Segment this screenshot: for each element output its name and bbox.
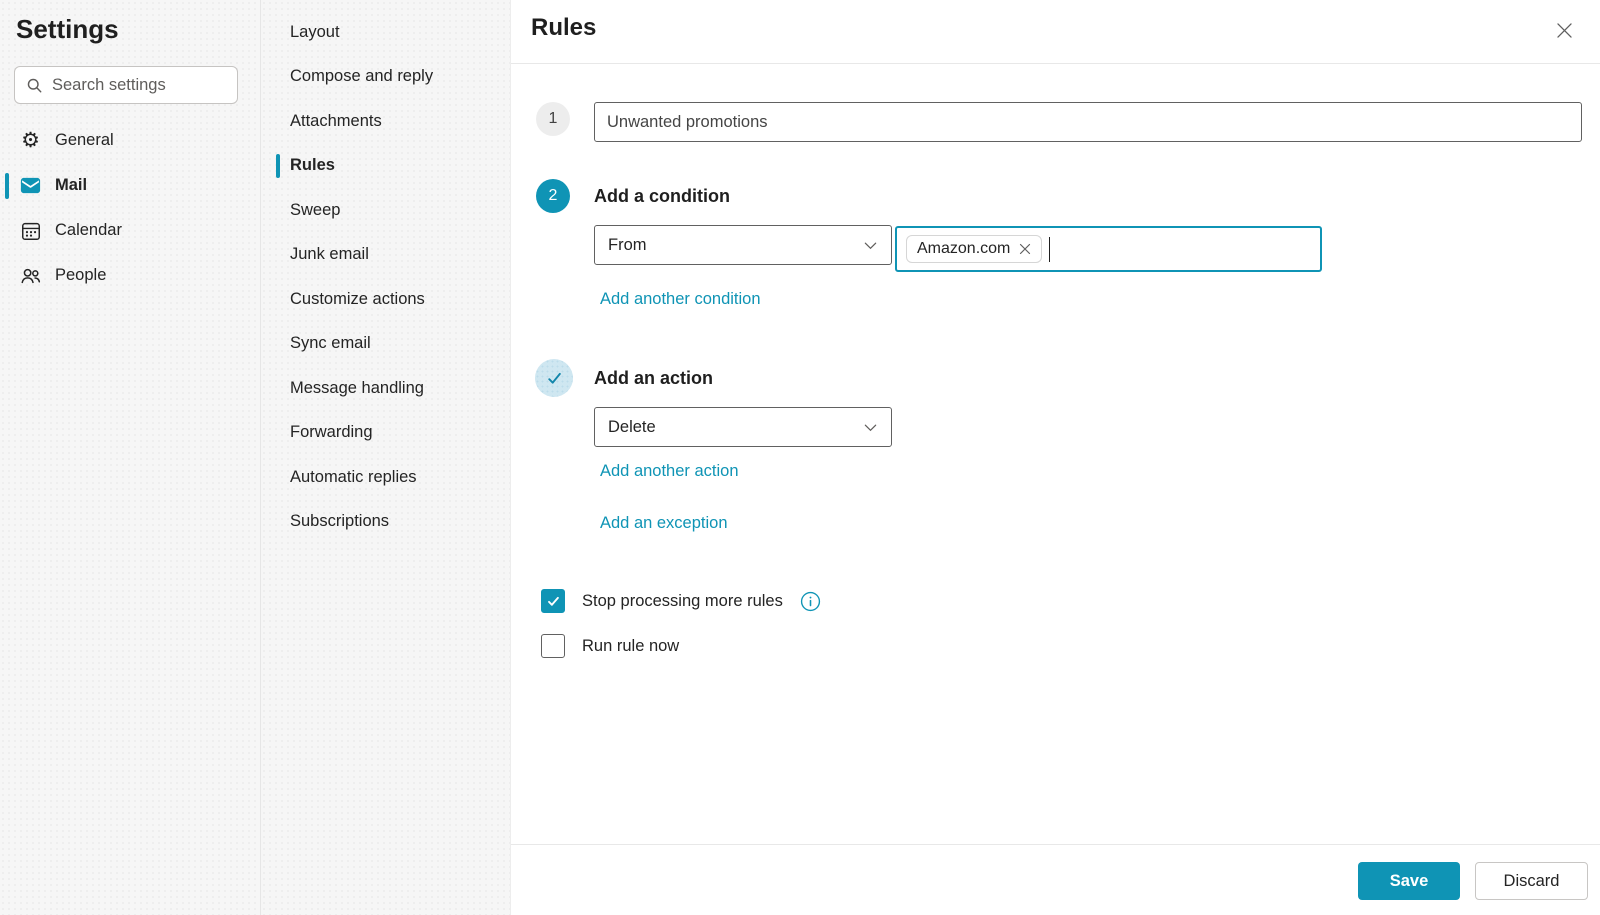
recipient-chip: Amazon.com — [906, 235, 1042, 263]
nav-item-label: Compose and reply — [290, 67, 433, 86]
stop-processing-checkbox[interactable] — [541, 589, 565, 613]
chevron-down-icon — [863, 238, 878, 253]
nav-item-junk-email[interactable]: Junk email — [261, 233, 510, 278]
nav-item-automatic-replies[interactable]: Automatic replies — [261, 455, 510, 500]
sidebar-sections: ⚙ General Mail Calendar People — [0, 118, 260, 298]
step-2-badge: 2 — [536, 179, 570, 213]
sidebar-item-general[interactable]: ⚙ General — [0, 118, 260, 163]
stop-processing-label[interactable]: Stop processing more rules — [582, 592, 783, 611]
sidebar-item-label: Calendar — [55, 221, 122, 240]
step-1-badge: 1 — [536, 102, 570, 136]
save-button[interactable]: Save — [1358, 862, 1460, 900]
close-icon[interactable] — [1552, 18, 1576, 42]
people-icon — [19, 264, 42, 287]
add-condition-heading: Add a condition — [594, 186, 730, 207]
run-rule-now-checkbox[interactable] — [541, 634, 565, 658]
mail-icon — [19, 174, 42, 197]
nav-item-message-handling[interactable]: Message handling — [261, 366, 510, 411]
add-action-heading: Add an action — [594, 368, 713, 389]
remove-chip-icon[interactable] — [1019, 243, 1031, 255]
nav-item-forwarding[interactable]: Forwarding — [261, 411, 510, 456]
add-an-exception-link[interactable]: Add an exception — [600, 514, 728, 533]
sidebar-item-calendar[interactable]: Calendar — [0, 208, 260, 253]
nav-item-label: Junk email — [290, 245, 369, 264]
action-dropdown-value: Delete — [608, 418, 656, 437]
search-icon — [26, 77, 43, 94]
sidebar-item-label: People — [55, 266, 106, 285]
selected-accent-bar — [276, 154, 280, 178]
step-3-check-badge — [535, 359, 573, 397]
footer-divider — [511, 844, 1600, 845]
nav-item-label: Sweep — [290, 201, 340, 220]
sidebar-item-label: Mail — [55, 176, 87, 195]
nav-item-label: Attachments — [290, 112, 382, 131]
text-cursor — [1049, 237, 1050, 262]
add-another-condition-link[interactable]: Add another condition — [600, 290, 761, 309]
condition-value-input[interactable]: Amazon.com — [895, 226, 1322, 272]
condition-dropdown-value: From — [608, 236, 647, 255]
calendar-icon — [19, 220, 42, 242]
nav-item-customize-actions[interactable]: Customize actions — [261, 277, 510, 322]
gear-icon: ⚙ — [19, 130, 42, 152]
sidebar-item-label: General — [55, 131, 114, 150]
sidebar-item-people[interactable]: People — [0, 253, 260, 298]
nav-item-label: Layout — [290, 23, 340, 42]
settings-sidebar: Settings ⚙ General Mail Calendar — [0, 0, 261, 915]
nav-item-label: Message handling — [290, 379, 424, 398]
condition-dropdown[interactable]: From — [594, 225, 892, 265]
chevron-down-icon — [863, 420, 878, 435]
nav-item-label: Subscriptions — [290, 512, 389, 531]
settings-title: Settings — [16, 14, 260, 45]
sidebar-item-mail[interactable]: Mail — [0, 163, 260, 208]
check-icon — [545, 369, 564, 388]
nav-item-label: Automatic replies — [290, 468, 417, 487]
rules-editor-panel: Rules 1 2 Add a condition From Amazon.co… — [511, 0, 1600, 915]
nav-item-subscriptions[interactable]: Subscriptions — [261, 500, 510, 545]
mail-settings-nav: Layout Compose and reply Attachments Rul… — [261, 0, 511, 915]
search-settings-input[interactable] — [52, 76, 272, 95]
run-rule-now-row: Run rule now — [541, 634, 679, 658]
nav-item-sweep[interactable]: Sweep — [261, 188, 510, 233]
panel-header: Rules — [511, 0, 1600, 64]
action-dropdown[interactable]: Delete — [594, 407, 892, 447]
nav-item-layout[interactable]: Layout — [261, 10, 510, 55]
nav-item-label: Forwarding — [290, 423, 373, 442]
add-another-action-link[interactable]: Add another action — [600, 462, 739, 481]
nav-item-rules[interactable]: Rules — [261, 144, 510, 189]
search-settings-box[interactable] — [14, 66, 238, 104]
run-rule-now-label[interactable]: Run rule now — [582, 637, 679, 656]
nav-item-label: Rules — [290, 156, 335, 175]
nav-item-compose-and-reply[interactable]: Compose and reply — [261, 55, 510, 100]
rule-name-input[interactable] — [594, 102, 1582, 142]
discard-button[interactable]: Discard — [1475, 862, 1588, 900]
nav-item-sync-email[interactable]: Sync email — [261, 322, 510, 367]
recipient-chip-label: Amazon.com — [917, 240, 1010, 258]
info-icon[interactable] — [800, 591, 821, 612]
selected-accent-bar — [5, 173, 9, 199]
page-title: Rules — [531, 14, 596, 42]
nav-item-label: Customize actions — [290, 290, 425, 309]
stop-processing-row: Stop processing more rules — [541, 589, 821, 613]
nav-item-attachments[interactable]: Attachments — [261, 99, 510, 144]
check-icon — [546, 594, 561, 609]
nav-item-label: Sync email — [290, 334, 371, 353]
